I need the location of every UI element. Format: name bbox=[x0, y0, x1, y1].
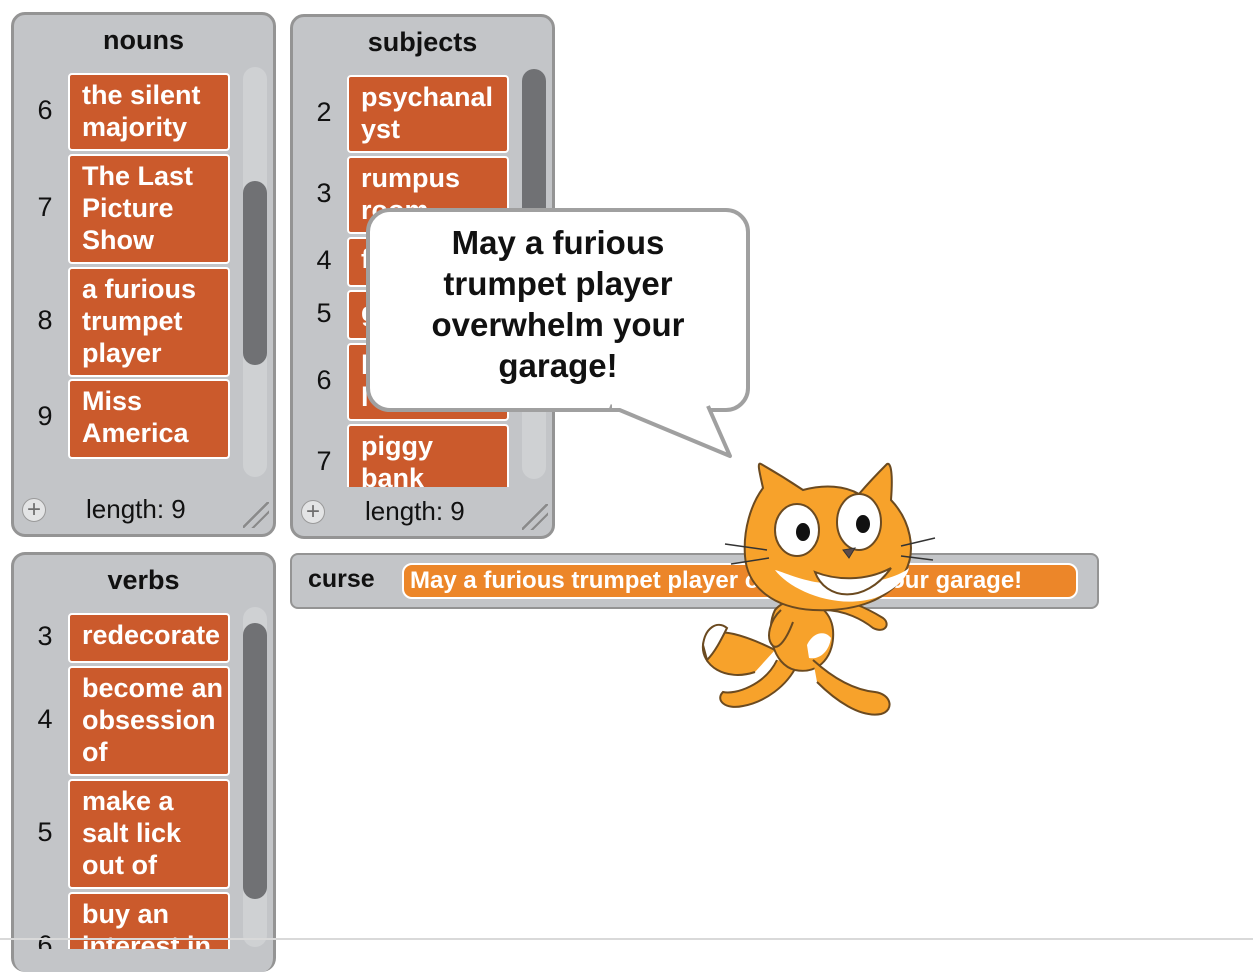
item-value[interactable]: psychanal yst bbox=[347, 75, 509, 153]
item-index: 3 bbox=[37, 621, 53, 651]
item-index: 7 bbox=[316, 446, 332, 476]
item-index: 2 bbox=[316, 97, 332, 127]
item-value[interactable]: The Last Picture Show bbox=[68, 154, 230, 264]
list-item[interactable]: 8 a furious trumpet player bbox=[14, 267, 251, 377]
item-index: 4 bbox=[316, 245, 332, 275]
item-index: 8 bbox=[37, 305, 53, 335]
item-value[interactable]: become an obsession of bbox=[68, 666, 230, 776]
item-index: 5 bbox=[316, 298, 332, 328]
item-index: 4 bbox=[37, 704, 53, 734]
scratch-cat-sprite[interactable] bbox=[695, 460, 940, 725]
scrollbar-thumb[interactable] bbox=[243, 623, 267, 899]
list-item[interactable]: 3 redecorate bbox=[14, 613, 251, 663]
list-item[interactable]: 7 The Last Picture Show bbox=[14, 154, 251, 264]
speech-bubble: May a furious trumpet player overwhelm y… bbox=[366, 208, 750, 412]
item-value[interactable]: a furious trumpet player bbox=[68, 267, 230, 377]
item-index: 5 bbox=[37, 817, 53, 847]
variable-name: curse bbox=[308, 565, 375, 593]
add-item-icon[interactable]: + bbox=[301, 500, 325, 524]
list-item[interactable]: 9 Miss America bbox=[14, 379, 251, 459]
item-index: 7 bbox=[37, 192, 53, 222]
verbs-list-watcher: verbs 3 redecorate 4 become an obsession… bbox=[11, 552, 276, 972]
item-value[interactable]: make a salt lick out of bbox=[68, 779, 230, 889]
nouns-list-watcher: nouns 6 the silent majority 7 The Last P… bbox=[11, 12, 276, 537]
item-value[interactable]: redecorate bbox=[68, 613, 230, 663]
list-title: verbs bbox=[107, 565, 180, 595]
item-value[interactable]: the silent majority bbox=[68, 73, 230, 151]
speech-bubble-text: May a furious trumpet player overwhelm y… bbox=[431, 224, 685, 384]
list-item[interactable]: 5 make a salt lick out of bbox=[14, 779, 251, 889]
scrollbar-thumb[interactable] bbox=[243, 181, 267, 365]
list-item[interactable]: 7 piggy bank bbox=[293, 424, 530, 487]
item-value[interactable]: Miss America bbox=[68, 379, 230, 459]
item-index: 3 bbox=[316, 178, 332, 208]
list-title: nouns bbox=[103, 25, 184, 55]
list-item[interactable]: 6 the silent majority bbox=[14, 73, 251, 151]
list-item[interactable]: 4 become an obsession of bbox=[14, 666, 251, 776]
item-index: 6 bbox=[316, 365, 332, 395]
list-title: subjects bbox=[367, 27, 478, 57]
resize-handle-icon[interactable] bbox=[243, 502, 269, 528]
list-length: length: 9 bbox=[365, 496, 465, 526]
item-index: 6 bbox=[37, 95, 53, 125]
list-item[interactable]: 2 psychanal yst bbox=[293, 75, 530, 153]
add-item-icon[interactable]: + bbox=[22, 498, 46, 522]
resize-handle-icon[interactable] bbox=[522, 504, 548, 530]
item-value[interactable]: buy an interest in bbox=[68, 892, 230, 949]
item-value[interactable]: piggy bank bbox=[347, 424, 509, 487]
speech-bubble-tail bbox=[609, 404, 732, 458]
item-index: 9 bbox=[37, 401, 53, 431]
list-length: length: 9 bbox=[86, 494, 186, 524]
list-item[interactable]: 6 buy an interest in bbox=[14, 892, 251, 949]
